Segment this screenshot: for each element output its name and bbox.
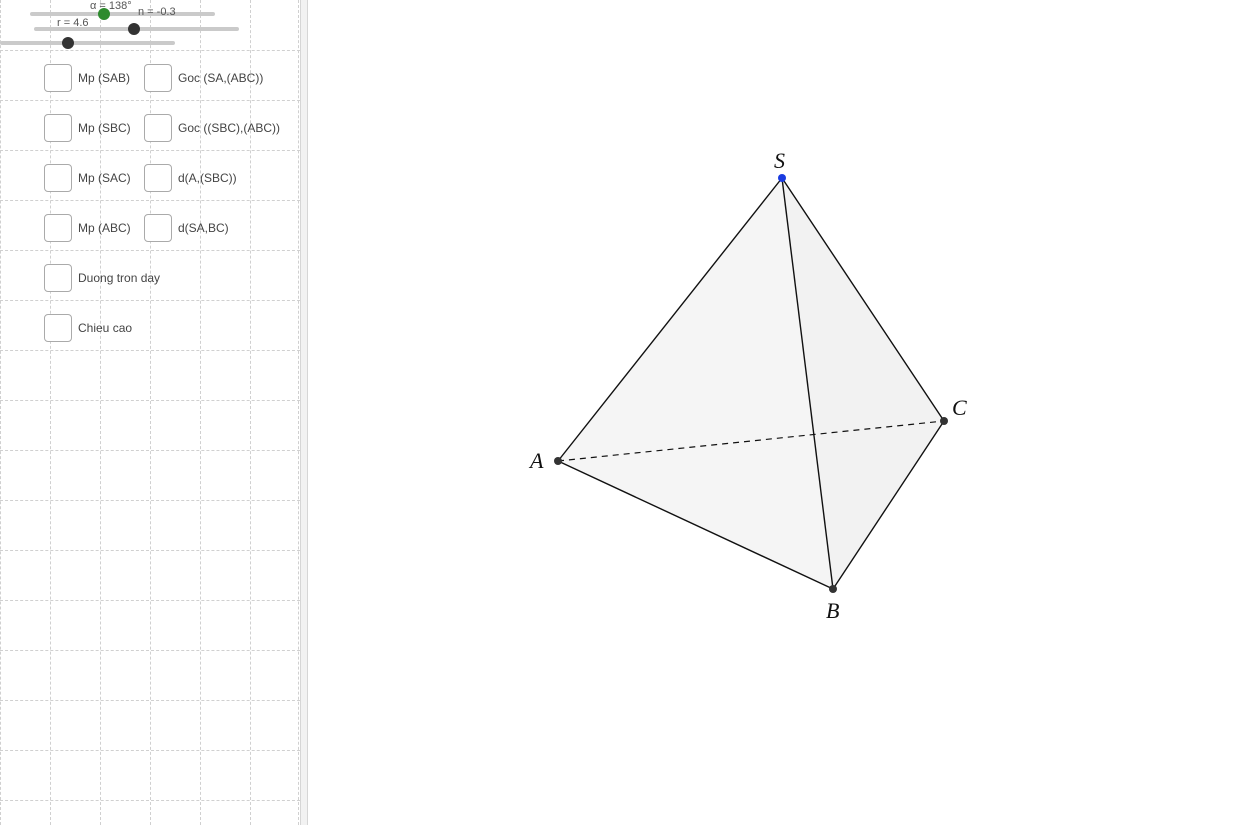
vertex-S-dot[interactable]: [778, 174, 786, 182]
label-mp-sab: Mp (SAB): [78, 71, 130, 85]
checkbox-goc-sa-abc[interactable]: [144, 64, 172, 92]
vertex-B-dot[interactable]: [829, 585, 837, 593]
slider-alpha-track[interactable]: [30, 12, 215, 16]
slider-r-label: r = 4.6: [57, 17, 89, 29]
label-goc-sa-abc: Goc (SA,(ABC)): [178, 71, 263, 85]
slider-n-label: n = -0.3: [138, 6, 176, 18]
checkbox-d-a-sbc[interactable]: [144, 164, 172, 192]
checkbox-d-sa-bc[interactable]: [144, 214, 172, 242]
slider-alpha-thumb[interactable]: [98, 8, 110, 20]
vertex-A-label: A: [530, 448, 543, 474]
checkbox-chieu-cao[interactable]: [44, 314, 72, 342]
slider-r-thumb[interactable]: [62, 37, 74, 49]
slider-n-thumb[interactable]: [128, 23, 140, 35]
checkbox-goc-sbc-abc[interactable]: [144, 114, 172, 142]
label-mp-abc: Mp (ABC): [78, 221, 131, 235]
checkbox-mp-sac[interactable]: [44, 164, 72, 192]
tetrahedron-svg: [308, 0, 1250, 825]
label-d-sa-bc: d(SA,BC): [178, 221, 229, 235]
vertex-S-label: S: [774, 148, 785, 174]
label-d-a-sbc: d(A,(SBC)): [178, 171, 237, 185]
label-mp-sac: Mp (SAC): [78, 171, 131, 185]
checkbox-duong-tron-day[interactable]: [44, 264, 72, 292]
checkbox-mp-sab[interactable]: [44, 64, 72, 92]
checkbox-mp-abc[interactable]: [44, 214, 72, 242]
vertex-C-dot[interactable]: [940, 417, 948, 425]
slider-r-track[interactable]: [0, 41, 175, 45]
label-goc-sbc-abc: Goc ((SBC),(ABC)): [178, 121, 280, 135]
panel-divider[interactable]: [300, 0, 308, 825]
label-chieu-cao: Chieu cao: [78, 321, 132, 335]
checkbox-mp-sbc[interactable]: [44, 114, 72, 142]
right-3d-view[interactable]: S A B C: [308, 0, 1250, 825]
vertex-C-label: C: [952, 395, 967, 421]
slider-alpha-label: α = 138°: [90, 0, 132, 12]
left-panel: α = 138° n = -0.3 r = 4.6 Mp (SAB) Goc (…: [0, 0, 300, 825]
vertex-A-dot[interactable]: [554, 457, 562, 465]
vertex-B-label: B: [826, 598, 839, 624]
label-duong-tron-day: Duong tron day: [78, 271, 160, 285]
label-mp-sbc: Mp (SBC): [78, 121, 131, 135]
